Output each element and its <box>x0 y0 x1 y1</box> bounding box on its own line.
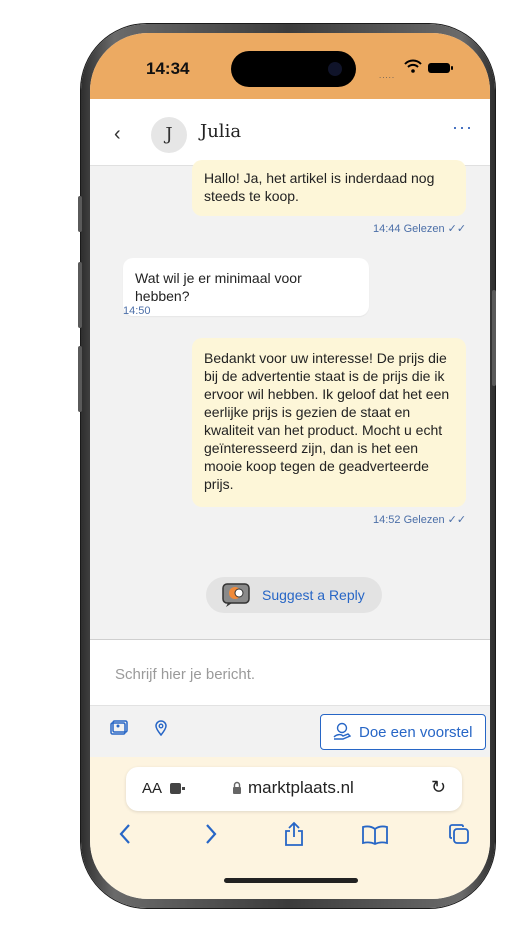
reload-button[interactable]: ↻ <box>431 777 446 798</box>
avatar[interactable]: J <box>151 117 187 153</box>
message-time: 14:52 <box>373 514 401 526</box>
forward-icon[interactable] <box>204 823 218 845</box>
make-offer-button[interactable]: Doe een voorstel <box>320 714 486 750</box>
double-check-icon: ✓✓ <box>447 514 467 526</box>
double-check-icon: ✓✓ <box>447 223 467 235</box>
signal-icon: ..... <box>379 71 396 80</box>
message-input-placeholder: Schrijf hier je bericht. <box>115 666 256 683</box>
more-options-button[interactable]: ··· <box>452 117 473 138</box>
volume-up-button <box>78 262 82 328</box>
lock-icon <box>233 781 241 794</box>
extension-icon[interactable] <box>170 783 186 795</box>
message-list[interactable]: Hallo! Ja, het artikel is inderdaad nog … <box>90 160 490 639</box>
bookmarks-icon[interactable] <box>362 825 388 845</box>
message-input[interactable]: Schrijf hier je bericht. <box>90 639 490 706</box>
power-button <box>492 290 496 386</box>
back-icon[interactable] <box>118 823 132 845</box>
message-text: Hallo! Ja, het artikel is inderdaad nog … <box>204 170 435 204</box>
location-pin-icon[interactable] <box>155 720 167 736</box>
read-status: Gelezen <box>403 514 445 526</box>
address-bar[interactable]: AA marktplaats.nl ↻ <box>126 767 462 811</box>
phone-screen: 14:34 ..... ‹ J Julia ··· Hallo! Ja, het… <box>90 33 490 899</box>
message-text: Bedankt voor uw interesse! De prijs die … <box>204 350 450 492</box>
contact-name[interactable]: Julia <box>200 121 241 142</box>
dynamic-island <box>231 51 356 87</box>
volume-down-button <box>78 346 82 412</box>
message-meta: 14:52 Gelezen ✓✓ <box>373 513 466 526</box>
message-bubble-outgoing: Bedankt voor uw interesse! De prijs die … <box>192 338 466 507</box>
reader-settings-button[interactable]: AA <box>142 780 162 797</box>
url-text: marktplaats.nl <box>248 778 354 797</box>
home-indicator <box>224 878 358 883</box>
status-bar: 14:34 ..... <box>90 33 490 99</box>
wifi-icon <box>404 59 422 73</box>
suggest-reply-button[interactable]: Suggest a Reply <box>206 577 382 613</box>
action-button <box>78 196 82 232</box>
battery-icon <box>428 63 453 73</box>
chat-robot-icon <box>222 583 250 607</box>
camera-icon <box>328 62 342 76</box>
tabs-icon[interactable] <box>448 823 470 845</box>
message-bubble-incoming: Wat wil je er minimaal voor hebben? <box>123 258 369 316</box>
message-text: Wat wil je er minimaal voor hebben? <box>135 270 302 304</box>
back-button[interactable]: ‹ <box>114 123 121 146</box>
chat-header: ‹ J Julia ··· <box>90 99 490 166</box>
message-meta: 14:44 Gelezen ✓✓ <box>373 222 466 235</box>
status-time: 14:34 <box>146 59 190 78</box>
message-bubble-outgoing: Hallo! Ja, het artikel is inderdaad nog … <box>192 160 466 216</box>
message-time: 14:44 <box>373 223 401 235</box>
read-status: Gelezen <box>403 223 445 235</box>
share-icon[interactable] <box>284 821 304 847</box>
browser-bar: AA marktplaats.nl ↻ <box>90 757 490 899</box>
message-time: 14:50 <box>123 305 151 317</box>
composer-toolbar: Doe een voorstel <box>90 705 490 758</box>
make-offer-label: Doe een voorstel <box>359 724 473 741</box>
photo-icon[interactable] <box>110 720 128 736</box>
suggest-reply-label: Suggest a Reply <box>262 587 365 603</box>
hand-coin-icon <box>333 722 351 740</box>
